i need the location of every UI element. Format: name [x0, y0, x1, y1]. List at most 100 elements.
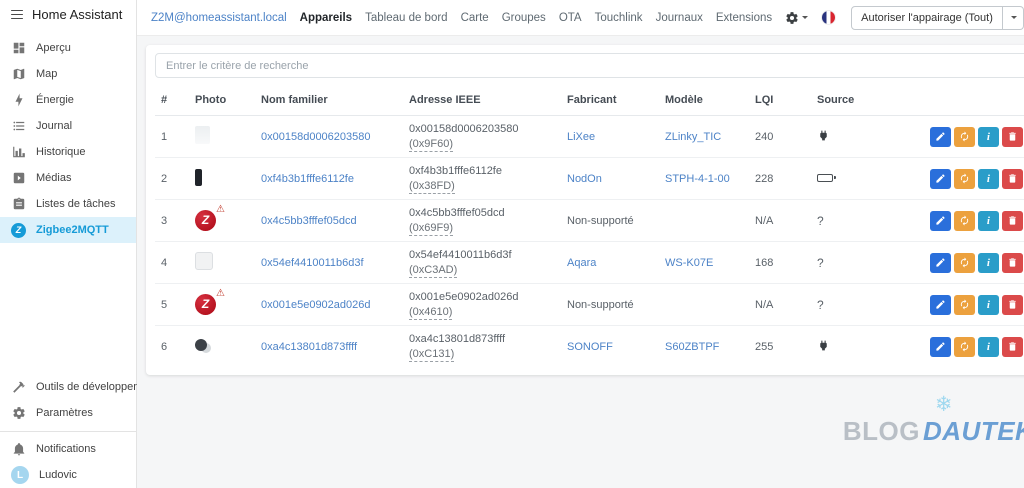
sidebar-divider — [0, 431, 136, 432]
sidebar-item-apercu[interactable]: Aperçu — [0, 35, 136, 61]
reconfigure-button[interactable] — [953, 336, 975, 357]
edit-button[interactable] — [929, 168, 951, 189]
lqi-value: N/A — [749, 199, 811, 242]
chevron-down-icon — [802, 16, 809, 22]
edit-button[interactable] — [929, 126, 951, 147]
vendor-link[interactable]: NodOn — [567, 173, 602, 185]
header-actions — [889, 85, 1024, 116]
user-name: Ludovic — [39, 469, 77, 481]
device-name-link[interactable]: 0x00158d0006203580 — [261, 131, 371, 143]
header-ieee[interactable]: Adresse IEEE — [403, 85, 561, 116]
row-actions: i — [895, 252, 1024, 273]
edit-button[interactable] — [929, 294, 951, 315]
settings-dropdown[interactable] — [785, 11, 809, 25]
sidebar-item-label: Historique — [36, 146, 86, 158]
trash-icon — [1009, 216, 1016, 225]
tab-tableau-de-bord[interactable]: Tableau de bord — [365, 12, 447, 24]
z2m-brand-link[interactable]: Z2M@homeassistant.local — [151, 12, 287, 24]
tab-groupes[interactable]: Groupes — [502, 12, 546, 24]
delete-button[interactable] — [1001, 210, 1023, 231]
delete-button[interactable] — [1001, 126, 1023, 147]
sidebar-item-map[interactable]: Map — [0, 61, 136, 87]
tab-journaux[interactable]: Journaux — [656, 12, 703, 24]
vendor-link[interactable]: SONOFF — [567, 341, 613, 353]
trash-icon — [1009, 132, 1016, 141]
delete-button[interactable] — [1001, 168, 1023, 189]
sidebar-item-listes-de-taches[interactable]: Listes de tâches — [0, 191, 136, 217]
todo-clipboard-icon — [11, 197, 26, 212]
device-name-link[interactable]: 0xf4b3b1fffe6112fe — [261, 173, 354, 185]
tab-extensions[interactable]: Extensions — [716, 12, 772, 24]
info-button[interactable]: i — [977, 336, 999, 357]
header-model[interactable]: Modèle — [659, 85, 749, 116]
device-name-link[interactable]: 0x001e5e0902ad026d — [261, 299, 371, 311]
unknown-source: ? — [817, 297, 824, 312]
sidebar-item-notifications[interactable]: Notifications — [0, 436, 136, 462]
tab-carte[interactable]: Carte — [461, 12, 489, 24]
header-name[interactable]: Nom familier — [255, 85, 403, 116]
sidebar-item-historique[interactable]: Historique — [0, 139, 136, 165]
info-button[interactable]: i — [977, 252, 999, 273]
device-photo — [195, 168, 202, 186]
chevron-down-icon — [1011, 16, 1018, 22]
devices-card: × # Photo Nom familier Adresse IEEE Fabr… — [146, 45, 1024, 375]
permit-join-caret-button[interactable] — [1002, 5, 1024, 30]
reconfigure-button[interactable] — [953, 210, 975, 231]
vendor-link[interactable]: LiXee — [567, 131, 595, 143]
sidebar-item-label: Énergie — [36, 94, 74, 106]
unknown-source: ? — [817, 213, 824, 228]
unknown-source: ? — [817, 255, 824, 270]
french-flag-icon[interactable] — [821, 10, 837, 25]
reconfigure-button[interactable] — [953, 126, 975, 147]
device-name-link[interactable]: 0x54ef4410011b6d3f — [261, 257, 364, 269]
ieee-address: 0x54ef4410011b6d3f — [409, 249, 512, 261]
ha-nav: Aperçu Map Énergie Journal Historique Mé… — [0, 35, 158, 488]
edit-button[interactable] — [929, 252, 951, 273]
avatar: L — [11, 466, 29, 484]
header-num[interactable]: # — [155, 85, 189, 116]
search-input[interactable] — [155, 53, 1024, 78]
header-vendor[interactable]: Fabricant — [561, 85, 659, 116]
edit-button[interactable] — [929, 210, 951, 231]
info-button[interactable]: i — [977, 126, 999, 147]
delete-button[interactable] — [1001, 252, 1023, 273]
header-photo[interactable]: Photo — [189, 85, 255, 116]
sidebar-item-energie[interactable]: Énergie — [0, 87, 136, 113]
tab-ota[interactable]: OTA — [559, 12, 582, 24]
delete-button[interactable] — [1001, 294, 1023, 315]
row-num: 2 — [155, 157, 189, 200]
ieee-address: 0xf4b3b1fffe6112fe — [409, 165, 502, 177]
sidebar-item-user[interactable]: L Ludovic — [0, 462, 136, 488]
sidebar-item-medias[interactable]: Médias — [0, 165, 136, 191]
model-link[interactable]: WS-K07E — [665, 257, 713, 269]
info-button[interactable]: i — [977, 294, 999, 315]
sidebar-item-outils-dev[interactable]: Outils de développement — [0, 374, 158, 400]
header-source[interactable]: Source — [811, 85, 889, 116]
permit-join-button[interactable]: Autoriser l'appairage (Tout) — [851, 5, 1003, 30]
info-button[interactable]: i — [977, 168, 999, 189]
ieee-address: 0x4c5bb3fffef05dcd — [409, 207, 505, 219]
device-name-link[interactable]: 0xa4c13801d873ffff — [261, 341, 357, 353]
menu-icon[interactable] — [11, 9, 23, 20]
sidebar-item-parametres[interactable]: Paramètres — [0, 400, 136, 426]
info-button[interactable]: i — [977, 210, 999, 231]
reconfigure-button[interactable] — [953, 252, 975, 273]
model-link[interactable]: ZLinky_TIC — [665, 131, 721, 143]
edit-button[interactable] — [929, 336, 951, 357]
device-name-link[interactable]: 0x4c5bb3fffef05dcd — [261, 215, 357, 227]
reconfigure-button[interactable] — [953, 294, 975, 315]
model-link[interactable]: STPH-4-1-00 — [665, 173, 730, 185]
sidebar-item-journal[interactable]: Journal — [0, 113, 136, 139]
renew-arrows-icon — [960, 341, 969, 352]
z2m-navbar: Z2M@homeassistant.local Appareils Tablea… — [137, 0, 1024, 36]
delete-button[interactable] — [1001, 336, 1023, 357]
sidebar-item-zigbee2mqtt[interactable]: Z Zigbee2MQTT — [0, 217, 136, 243]
lqi-value: N/A — [749, 283, 811, 326]
vendor-link[interactable]: Aqara — [567, 257, 596, 269]
tab-appareils[interactable]: Appareils — [300, 12, 352, 24]
header-lqi[interactable]: LQI — [749, 85, 811, 116]
model-link[interactable]: S60ZBTPF — [665, 341, 719, 353]
tab-touchlink[interactable]: Touchlink — [595, 12, 643, 24]
reconfigure-button[interactable] — [953, 168, 975, 189]
network-address: (0xC3AD) — [409, 264, 458, 278]
